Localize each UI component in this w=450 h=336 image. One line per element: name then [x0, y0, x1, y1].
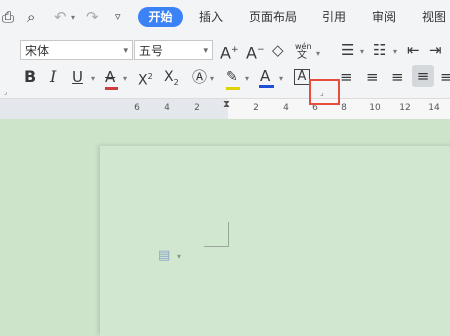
chevron-down-icon[interactable]: ▾ — [393, 48, 397, 56]
highlight-color-bar — [226, 87, 240, 90]
font-color-bar — [259, 85, 274, 88]
ruler-tick-label: 12 — [399, 103, 411, 113]
clear-formatting-icon[interactable]: ◇ — [272, 42, 284, 58]
ribbon-toolbar: 宋体 ▾ 五号 ▾ A+ A− ◇ wén 文 ▾ ☰ ▾ ☷ ▾ ⇤ ⇥ B … — [0, 34, 450, 99]
align-center-icon[interactable]: ≡ — [366, 69, 379, 85]
chevron-down-icon: ▾ — [123, 46, 128, 56]
chevron-down-icon[interactable]: ▾ — [360, 48, 364, 56]
font-size-select[interactable]: 五号 ▾ — [134, 40, 213, 60]
more-icon[interactable]: ▿ — [115, 11, 121, 22]
numbered-list-icon[interactable]: ☷ — [373, 42, 386, 58]
chevron-down-icon[interactable]: ▾ — [91, 75, 95, 83]
font-dialog-launcher-icon[interactable]: ⌟ — [4, 88, 7, 96]
tab-insert[interactable]: 插入 — [199, 8, 223, 25]
italic-button[interactable]: I — [50, 69, 56, 85]
bold-button[interactable]: B — [24, 69, 36, 85]
margin-corner-mark — [204, 222, 229, 247]
font-size-value: 五号 — [139, 44, 164, 58]
underline-button[interactable]: U — [72, 69, 83, 85]
ruler-tick-label: 2 — [194, 103, 200, 113]
document-page[interactable] — [100, 146, 450, 336]
strikethrough-button[interactable]: A — [105, 69, 115, 85]
tab-home[interactable]: 开始 — [138, 7, 183, 27]
increase-font-size-icon[interactable]: A+ — [220, 42, 239, 61]
decrease-indent-icon[interactable]: ⇤ — [407, 42, 420, 58]
undo-icon[interactable]: ↶ — [54, 9, 67, 25]
ruler-tick-label: 4 — [283, 103, 289, 113]
chevron-down-icon[interactable]: ▾ — [123, 75, 127, 83]
font-name-value: 宋体 — [25, 44, 50, 58]
font-color-button[interactable]: A — [260, 68, 270, 84]
justify-icon[interactable]: ≡ — [412, 65, 434, 87]
chevron-down-icon[interactable]: ▾ — [279, 75, 283, 83]
chevron-down-icon[interactable]: ▾ — [210, 75, 214, 83]
distribute-icon[interactable]: ≡ — [440, 69, 450, 85]
undo-dropdown-icon[interactable]: ▾ — [71, 14, 75, 22]
strike-color-bar — [105, 87, 118, 90]
paragraph-options-icon[interactable]: ▤ — [158, 248, 170, 263]
tab-review[interactable]: 审阅 — [372, 8, 396, 25]
tab-references[interactable]: 引用 — [322, 8, 346, 25]
chevron-down-icon[interactable]: ▾ — [177, 252, 181, 261]
ruler-tick-label: 2 — [253, 103, 259, 113]
subscript-button[interactable]: X2 — [164, 69, 179, 91]
tab-page-layout[interactable]: 页面布局 — [249, 8, 297, 25]
font-name-select[interactable]: 宋体 ▾ — [20, 40, 133, 60]
increase-indent-icon[interactable]: ⇥ — [429, 42, 442, 58]
align-right-icon[interactable]: ≡ — [391, 69, 404, 85]
tab-view[interactable]: 视图 — [422, 8, 446, 25]
ruler-tick-label: 6 — [134, 103, 140, 113]
ruler-tick-label: 10 — [369, 103, 381, 113]
ruler-tick-label: 14 — [428, 103, 440, 113]
align-left-icon[interactable]: ≡ — [340, 69, 353, 85]
phonetic-guide-char-icon: 文 — [297, 50, 307, 61]
bulleted-list-icon[interactable]: ☰ — [341, 42, 354, 58]
highlighter-icon[interactable]: ✎ — [226, 69, 238, 85]
character-border-button[interactable]: A — [294, 69, 310, 85]
chevron-down-icon[interactable]: ▾ — [245, 75, 249, 83]
redo-icon[interactable]: ↷ — [86, 9, 99, 25]
chevron-down-icon[interactable]: ▾ — [316, 50, 320, 58]
decrease-font-size-icon[interactable]: A− — [246, 42, 265, 61]
highlight-box — [309, 79, 340, 105]
print-icon[interactable]: ⎙ — [2, 9, 14, 25]
text-effect-button[interactable]: Ⓐ — [192, 69, 207, 85]
menu-bar: ⎙ ⌕ ↶ ▾ ↷ ▿ 开始 插入 页面布局 引用 审阅 视图 — [0, 0, 450, 34]
ruler-tick-label: 4 — [164, 103, 170, 113]
indent-marker-icon[interactable]: ⧗ — [223, 99, 230, 110]
chevron-down-icon: ▾ — [203, 46, 208, 56]
print-preview-icon[interactable]: ⌕ — [27, 9, 35, 25]
superscript-button[interactable]: X2 — [138, 69, 153, 89]
